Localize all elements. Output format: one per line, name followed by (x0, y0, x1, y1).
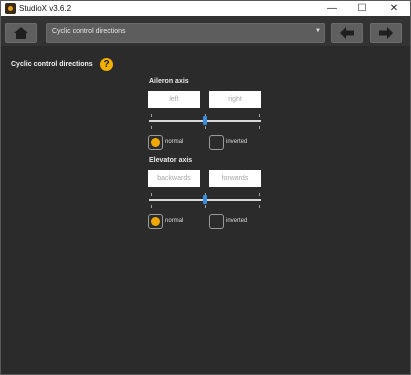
app-window: StudioX v3.6.2 — ☐ ✕ Cyclic control dire… (0, 0, 411, 375)
elevator-forwards-field: forwards (209, 170, 261, 187)
section-dropdown[interactable]: Cyclic control directions ▼ (46, 23, 325, 43)
home-button[interactable] (5, 23, 37, 43)
aileron-tick-left-bottom (151, 126, 152, 129)
section-dropdown-value: Cyclic control directions (52, 28, 126, 35)
toolbar: Cyclic control directions ▼ (1, 16, 410, 46)
aileron-left-field: left (148, 91, 200, 108)
elevator-inverted-label: inverted (226, 218, 248, 224)
help-icon[interactable]: ? (100, 58, 113, 71)
close-button[interactable]: ✕ (379, 1, 409, 16)
minimize-button[interactable]: — (317, 1, 347, 16)
elevator-tick-left (151, 193, 152, 196)
aileron-normal-label: normal (165, 139, 184, 145)
aileron-slider-thumb[interactable] (203, 116, 207, 125)
app-logo-icon (5, 3, 16, 14)
elevator-tick-center-bottom (205, 205, 206, 208)
elevator-normal-radio[interactable] (148, 214, 163, 229)
back-button[interactable] (331, 23, 363, 43)
elevator-tick-right-bottom (259, 205, 260, 208)
home-icon (14, 27, 28, 39)
elevator-tick-left-bottom (151, 205, 152, 208)
maximize-button[interactable]: ☐ (347, 1, 377, 16)
elevator-inverted-radio[interactable] (209, 214, 224, 229)
elevator-slider[interactable] (149, 195, 261, 204)
title-bar: StudioX v3.6.2 — ☐ ✕ (1, 1, 410, 16)
aileron-slider[interactable] (149, 116, 261, 125)
main-content: Cyclic control directions ? Aileron axis… (1, 46, 410, 374)
window-title: StudioX v3.6.2 (19, 4, 72, 13)
aileron-inverted-label: inverted (226, 139, 248, 145)
aileron-tick-right (259, 114, 260, 117)
aileron-tick-left (151, 114, 152, 117)
elevator-normal-label: normal (165, 218, 184, 224)
elevator-backwards-field: backwards (148, 170, 200, 187)
elevator-tick-right (259, 193, 260, 196)
chevron-down-icon: ▼ (315, 28, 321, 34)
elevator-slider-thumb[interactable] (203, 195, 207, 204)
aileron-right-field: right (209, 91, 261, 108)
page-title: Cyclic control directions (11, 61, 93, 68)
arrow-left-icon (340, 27, 354, 39)
aileron-tick-right-bottom (259, 126, 260, 129)
aileron-normal-radio[interactable] (148, 135, 163, 150)
forward-button[interactable] (370, 23, 402, 43)
arrow-right-icon (379, 27, 393, 39)
elevator-axis-label: Elevator axis (149, 157, 193, 164)
aileron-axis-label: Aileron axis (149, 78, 189, 85)
aileron-inverted-radio[interactable] (209, 135, 224, 150)
aileron-tick-center-bottom (205, 126, 206, 129)
